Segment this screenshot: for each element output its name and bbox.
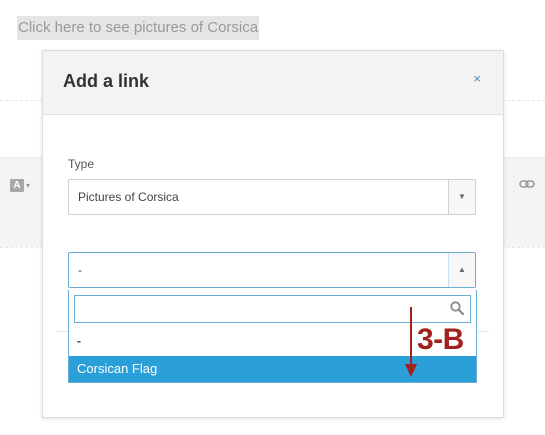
type-select-value: Pictures of Corsica	[78, 190, 179, 204]
modal-title: Add a link	[63, 71, 150, 91]
caret-up-icon[interactable]: ▲	[448, 253, 475, 287]
modal-header: Add a link ×	[43, 51, 503, 115]
item-select[interactable]: - ▲	[68, 252, 476, 288]
caret-down-icon[interactable]: ▾	[26, 181, 30, 190]
item-select-value: -	[78, 263, 82, 277]
dropdown-search-input[interactable]	[81, 297, 445, 323]
dropdown-option[interactable]: -	[77, 334, 81, 348]
corsica-pictures-link[interactable]: Click here to see pictures of Corsica	[17, 16, 260, 40]
type-label: Type	[68, 157, 95, 171]
link-chain-icon[interactable]	[519, 176, 535, 192]
annotation-arrow-head	[405, 364, 417, 377]
annotation-label: 3-B	[417, 323, 464, 356]
type-select[interactable]: Pictures of Corsica ▼	[68, 179, 476, 215]
text-style-icon[interactable]: A	[10, 179, 24, 192]
caret-down-icon[interactable]: ▼	[448, 180, 475, 214]
annotation-arrow-line	[410, 307, 412, 367]
search-icon	[450, 301, 465, 316]
close-icon[interactable]: ×	[473, 71, 481, 86]
